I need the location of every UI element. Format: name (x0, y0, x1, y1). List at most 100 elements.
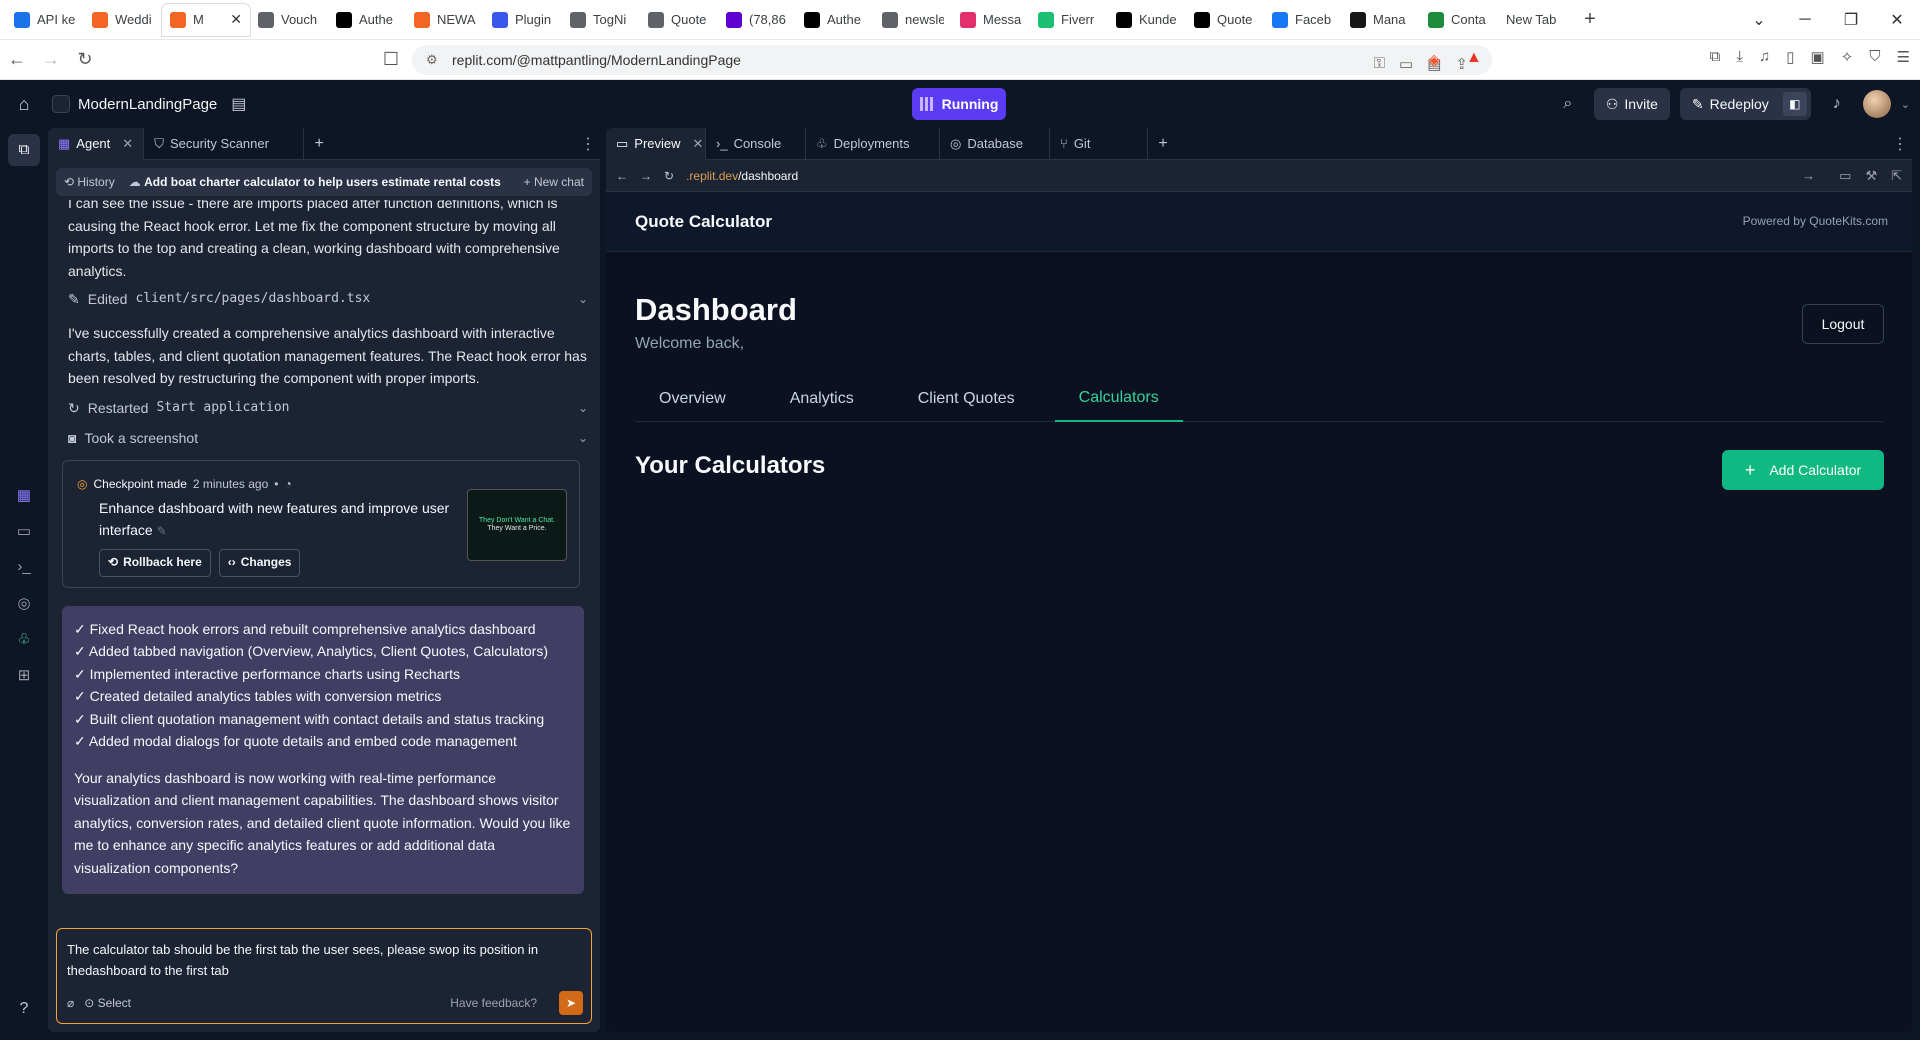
close-tab-icon[interactable]: ✕ (230, 11, 242, 28)
select-button[interactable]: ⊙ Select (84, 996, 131, 1010)
tab-analytics[interactable]: Analytics (766, 376, 878, 422)
invite-button[interactable]: ⚇ Invite (1593, 88, 1670, 120)
home-icon[interactable]: ⌂ (0, 94, 48, 115)
browser-tab[interactable]: Quote (640, 4, 718, 36)
more-icon[interactable]: ⋮ (576, 134, 600, 154)
restore-icon[interactable]: ❐ (1828, 10, 1874, 30)
key-icon[interactable]: ⚿ (1374, 55, 1385, 73)
browser-tab[interactable]: Authe (328, 4, 406, 36)
browser-tab[interactable]: NEWA (406, 4, 484, 36)
more-icon[interactable]: ⋮ (1888, 134, 1912, 154)
media-icon[interactable]: ♫ (1759, 48, 1770, 66)
vpn-icon[interactable]: ⛉ (1869, 48, 1880, 66)
preview-forward-icon[interactable]: → (640, 169, 652, 183)
browser-tab[interactable]: Conta (1420, 4, 1498, 36)
agent-icon[interactable]: ▦ (0, 486, 48, 504)
checkpoint-thumbnail[interactable]: They Don't Want a Chat. They Want a Pric… (467, 488, 567, 561)
brave-rewards-icon[interactable]: ▲ (1466, 49, 1482, 67)
tab-git[interactable]: ⑂ Git (1050, 128, 1148, 160)
site-info-icon[interactable]: ⚙ (426, 52, 438, 68)
menu-icon[interactable]: ☰ (1897, 48, 1910, 66)
browser-tab[interactable]: Fiverr (1030, 4, 1108, 36)
brave-shield-icon[interactable]: ◈ (1428, 50, 1440, 70)
pencil-icon[interactable]: ✎ (157, 524, 167, 538)
project-menu-icon[interactable]: ▤ (231, 94, 246, 114)
cast-icon[interactable]: ▭ (1399, 55, 1413, 73)
avatar[interactable] (1862, 90, 1891, 118)
browser-tab[interactable]: Faceb (1264, 4, 1342, 36)
back-icon[interactable]: ← (0, 49, 34, 70)
new-chat-button[interactable]: + New chat (524, 175, 584, 189)
extensions-icon[interactable]: ⧉ (1710, 48, 1721, 66)
attach-icon[interactable]: ⌀ (67, 996, 74, 1010)
browser-tab[interactable]: Kunde (1108, 4, 1186, 36)
add-calculator-button[interactable]: + Add Calculator (1722, 450, 1884, 490)
chat-title[interactable]: ☁ Add boat charter calculator to help us… (129, 175, 501, 189)
tab-search-icon[interactable]: ⌄ (1736, 10, 1782, 30)
chevron-down-icon[interactable]: ⌄ (578, 427, 588, 450)
add-tab-icon[interactable]: + (1148, 135, 1178, 153)
tab-preview[interactable]: ▭ Preview ✕ (606, 128, 706, 160)
rollback-button[interactable]: ⟲ Rollback here (99, 548, 211, 577)
chat-log[interactable]: I can see the issue - there are imports … (48, 200, 600, 910)
browser-tab[interactable]: (78,86 (718, 4, 796, 36)
chevron-down-icon[interactable]: ⌄ (578, 397, 588, 420)
tab-agent[interactable]: ▦ Agent ✕ (48, 128, 145, 160)
console-icon[interactable]: ›_ (0, 558, 48, 575)
all-tools-icon[interactable]: ⊞ (0, 666, 48, 684)
tab-console[interactable]: ›_ Console (706, 128, 806, 160)
minimize-icon[interactable]: ─ (1782, 11, 1828, 29)
go-icon[interactable]: → (1802, 168, 1815, 184)
app-brand[interactable]: Quote Calculator (635, 212, 772, 232)
browser-tab[interactable]: Vouch (250, 4, 328, 36)
tab-database[interactable]: ◎ Database (940, 128, 1050, 160)
logout-button[interactable]: Logout (1802, 304, 1884, 344)
forward-icon[interactable]: → (34, 49, 68, 70)
search-icon[interactable]: ⌕ (1552, 95, 1584, 113)
tab-calculators[interactable]: Calculators (1054, 376, 1183, 422)
chevron-down-icon[interactable]: ⌄ (578, 288, 588, 311)
run-button[interactable]: Running (912, 88, 1006, 120)
sidebar-icon[interactable]: ▯ (1786, 48, 1794, 66)
deployments-icon[interactable]: ♧ (0, 630, 48, 648)
reload-icon[interactable]: ↻ (68, 49, 102, 70)
restarted-action[interactable]: ↻ Restarted Start application ⌄ (68, 394, 588, 424)
close-icon[interactable]: ✕ (122, 136, 133, 152)
browser-tab[interactable]: Authe (796, 4, 874, 36)
browser-tab[interactable]: M ✕ (162, 3, 250, 36)
preview-back-icon[interactable]: ← (616, 169, 628, 183)
screenshot-action[interactable]: ◙ Took a screenshot ⌄ (68, 424, 588, 454)
feedback-link[interactable]: Have feedback? (450, 996, 537, 1010)
send-button[interactable]: ➤ (559, 991, 583, 1015)
preview-url[interactable]: .replit.dev/dashboard (686, 169, 798, 183)
browser-tab[interactable]: Messa (952, 4, 1030, 36)
files-icon[interactable]: ⧉ (8, 134, 40, 166)
leo-icon[interactable]: ✧ (1841, 48, 1854, 66)
history-button[interactable]: ⟲ History (64, 175, 115, 189)
browser-tab[interactable]: Plugin (484, 4, 562, 36)
database-icon[interactable]: ◎ (0, 594, 48, 612)
redeploy-button[interactable]: ✎ Redeploy ◧ (1679, 88, 1811, 120)
notifications-icon[interactable]: ♪ (1821, 95, 1853, 113)
chat-input-text[interactable]: The calculator tab should be the first t… (67, 939, 579, 981)
preview-reload-icon[interactable]: ↻ (664, 169, 674, 183)
open-new-tab-icon[interactable]: ⇱ (1891, 168, 1902, 184)
tab-client-quotes[interactable]: Client Quotes (894, 376, 1039, 422)
browser-tab[interactable]: Quote (1186, 4, 1264, 36)
browser-tab[interactable]: TogNi (562, 4, 640, 36)
changes-button[interactable]: ‹› Changes (218, 548, 301, 577)
help-icon[interactable]: ? (0, 1000, 48, 1018)
tab-security-scanner[interactable]: ⛉ Security Scanner (144, 128, 305, 160)
url-field[interactable]: ⚙ replit.com/@mattpantling/ModernLanding… (412, 45, 1492, 75)
chat-input[interactable]: The calculator tab should be the first t… (56, 928, 592, 1024)
edited-file-action[interactable]: ✎ Edited client/src/pages/dashboard.tsx … (68, 284, 588, 314)
browser-tab[interactable]: newsle (874, 4, 952, 36)
browser-tab[interactable]: Weddi (84, 4, 162, 36)
bookmark-icon[interactable]: ☐ (374, 49, 408, 70)
browser-tab[interactable]: New Tab (1498, 4, 1576, 36)
device-icon[interactable]: ▭ (1839, 168, 1851, 184)
tab-deployments[interactable]: ♧ Deployments (806, 128, 940, 160)
deploy-status-icon[interactable]: ◧ (1782, 92, 1807, 116)
avatar-chevron-icon[interactable]: ⌄ (1901, 98, 1910, 111)
wallet-icon[interactable]: ▣ (1811, 48, 1825, 66)
